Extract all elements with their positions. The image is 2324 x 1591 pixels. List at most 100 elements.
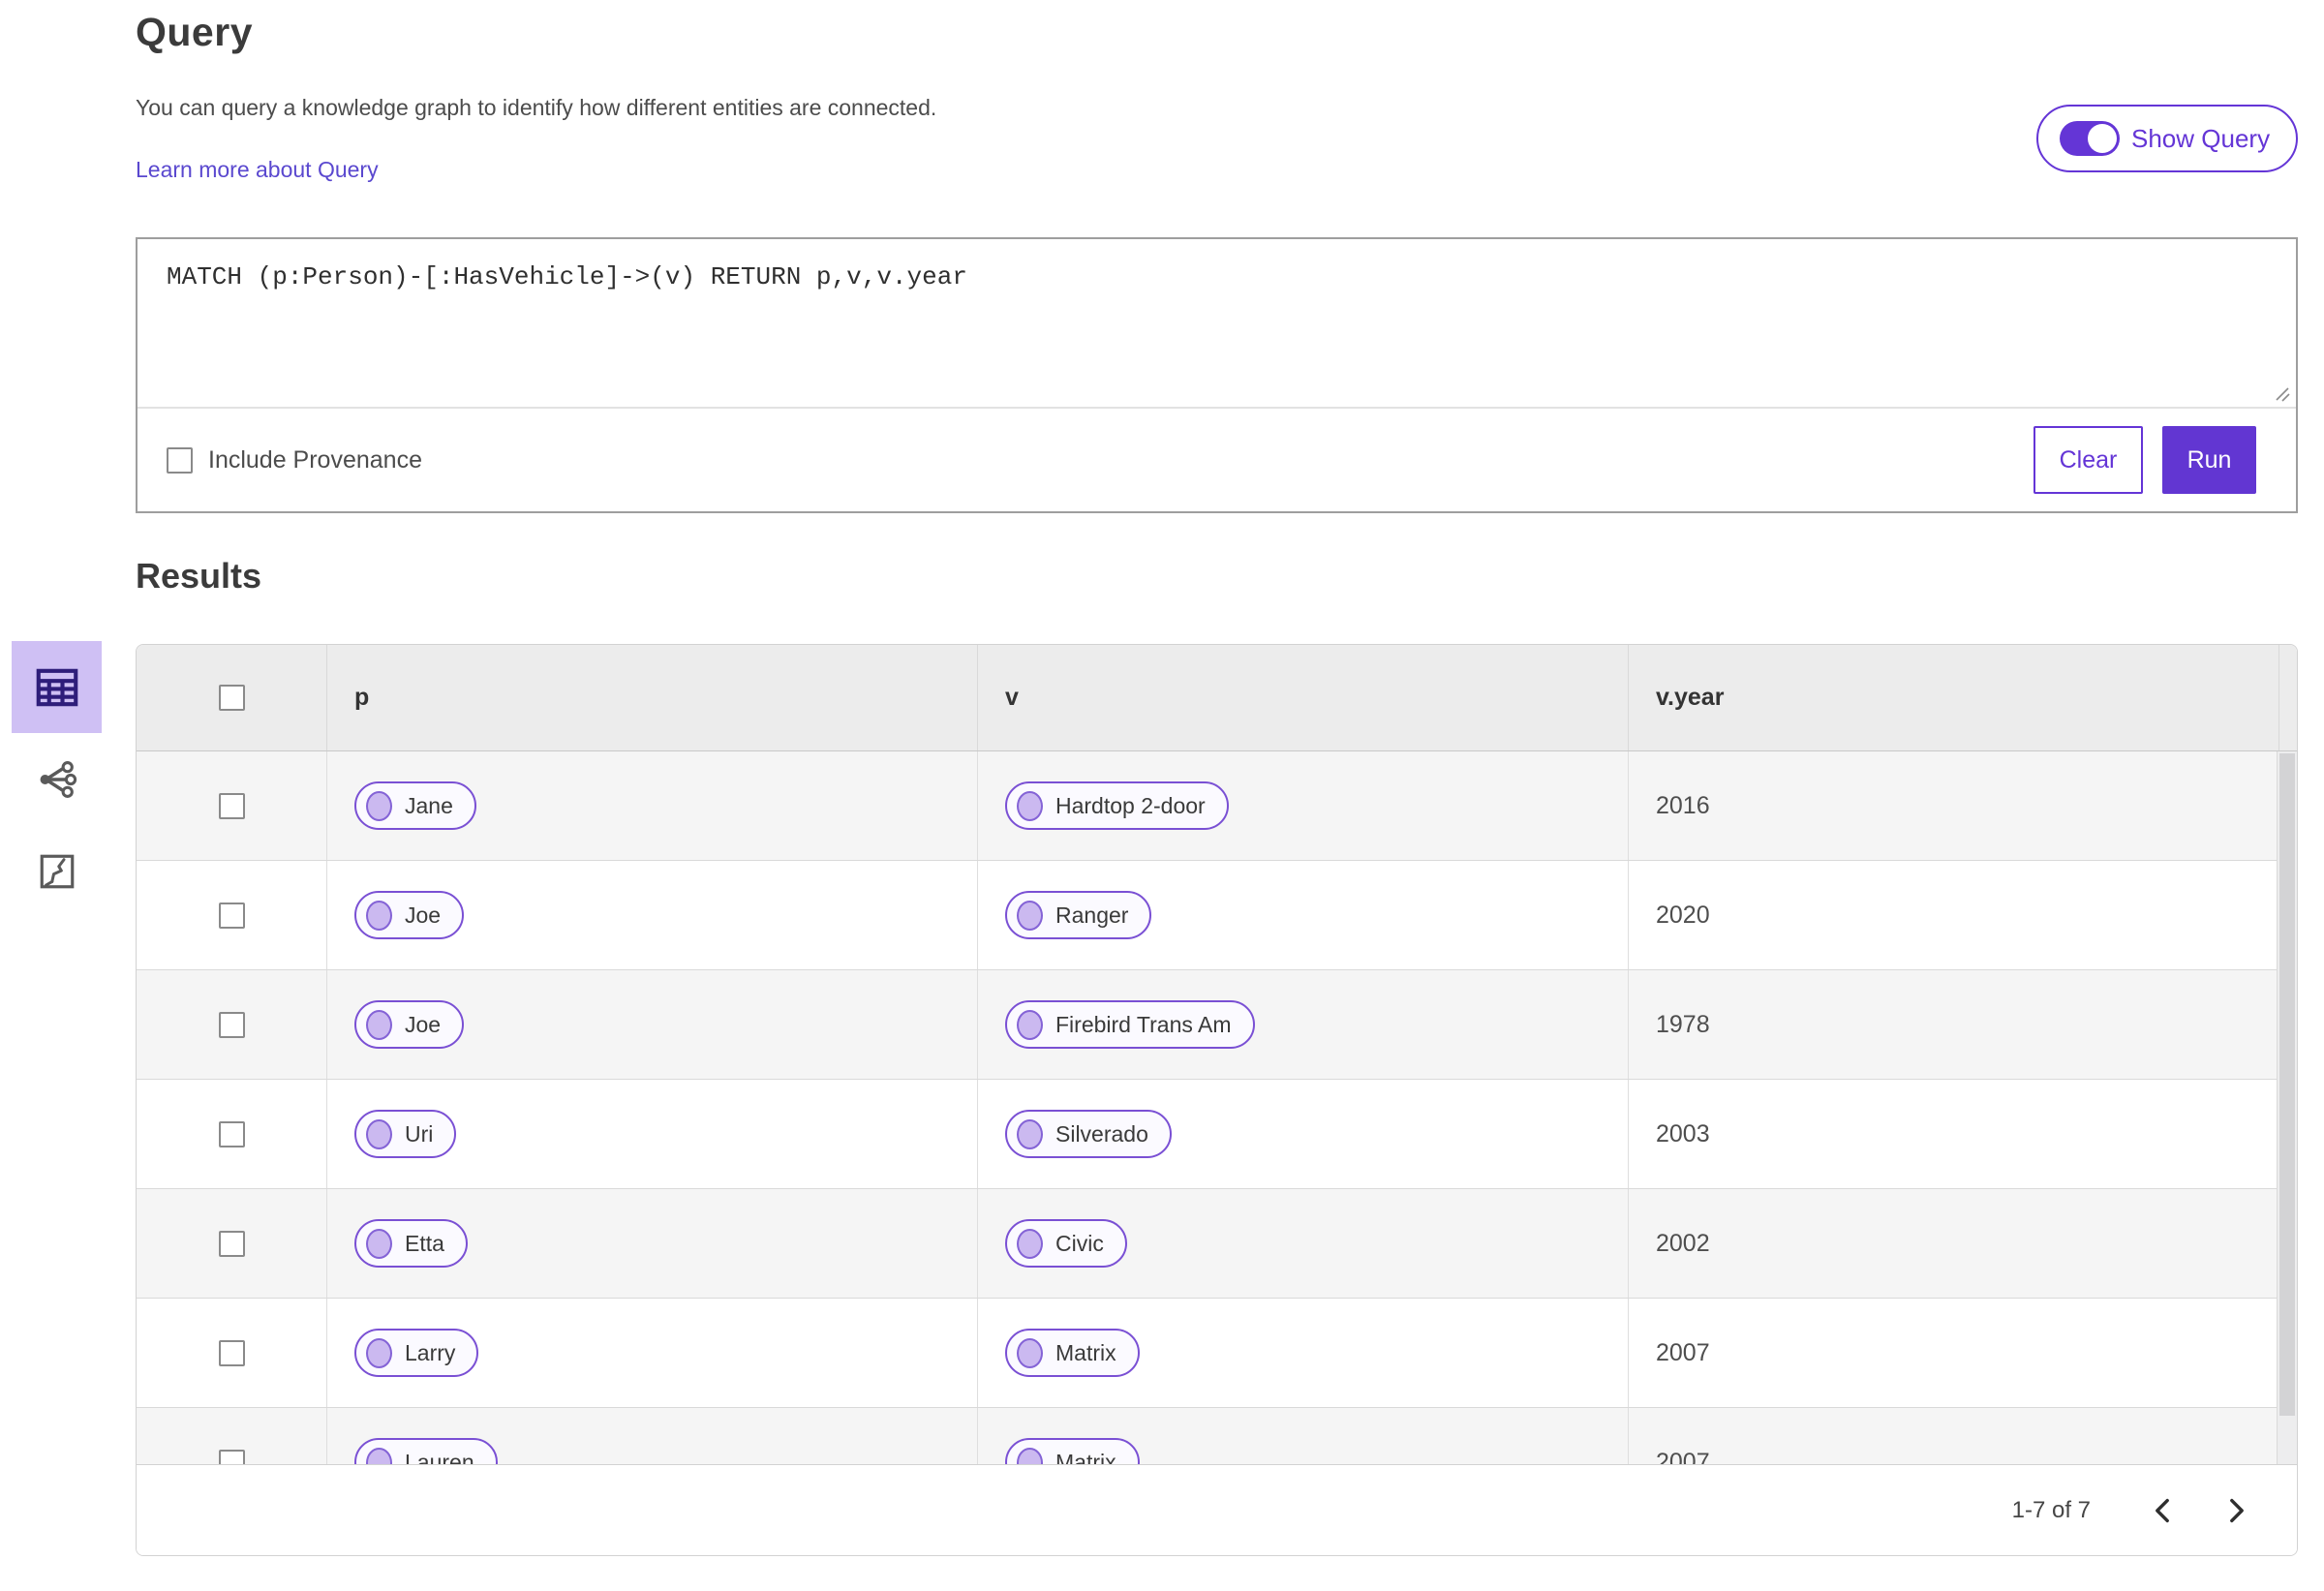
cell-vyear: 2003 (1628, 1080, 2278, 1188)
vehicle-node-label: Matrix (1055, 1339, 1116, 1365)
node-dot-icon (1017, 1447, 1043, 1465)
table-row: Jane Hardtop 2-door 2016 (137, 751, 2278, 861)
cell-v: Matrix (977, 1408, 1628, 1465)
vehicle-node-label: Firebird Trans Am (1055, 1011, 1232, 1037)
node-dot-icon (1017, 900, 1043, 931)
chevron-left-icon (2156, 1498, 2169, 1522)
header-checkbox-cell (137, 645, 326, 750)
graph-icon (40, 760, 76, 798)
run-button[interactable]: Run (2162, 426, 2256, 494)
cell-v: Firebird Trans Am (977, 970, 1628, 1079)
person-node-label: Larry (405, 1339, 456, 1365)
cell-p: Larry (326, 1299, 977, 1407)
scrollbar-thumb[interactable] (2279, 753, 2295, 1416)
row-checkbox-cell (137, 751, 326, 860)
chevron-right-icon (2230, 1498, 2244, 1522)
query-panel-footer: Include Provenance Clear Run (138, 407, 2296, 511)
learn-more-link[interactable]: Learn more about Query (136, 157, 379, 183)
cell-v: Ranger (977, 861, 1628, 969)
person-node-pill[interactable]: Etta (354, 1219, 468, 1268)
cell-vyear: 2020 (1628, 861, 2278, 969)
vehicle-node-pill[interactable]: Civic (1005, 1219, 1127, 1268)
row-checkbox[interactable] (218, 1339, 245, 1366)
page-title: Query (136, 10, 253, 54)
node-dot-icon (366, 900, 392, 931)
cell-vyear: 1978 (1628, 970, 2278, 1079)
cell-vyear: 2002 (1628, 1189, 2278, 1298)
resize-handle-icon[interactable] (2273, 384, 2292, 404)
toggle-switch-icon[interactable] (2060, 121, 2120, 156)
cell-v: Matrix (977, 1299, 1628, 1407)
query-action-buttons: Clear Run (2034, 426, 2256, 494)
vertical-scrollbar[interactable] (2277, 751, 2297, 1465)
node-dot-icon (1017, 1337, 1043, 1368)
person-node-label: Joe (405, 1011, 442, 1037)
node-dot-icon (1017, 1118, 1043, 1149)
node-dot-icon (1017, 1228, 1043, 1259)
show-query-toggle[interactable]: Show Query (2036, 105, 2298, 172)
table-body-rows: Jane Hardtop 2-door 2016 Joe Ranger 2020… (137, 751, 2278, 1465)
map-view-button[interactable] (12, 825, 102, 917)
vehicle-node-pill[interactable]: Ranger (1005, 891, 1152, 939)
cell-v: Silverado (977, 1080, 1628, 1188)
row-checkbox[interactable] (218, 1449, 245, 1465)
table-view-button[interactable] (12, 641, 102, 733)
row-checkbox[interactable] (218, 1011, 245, 1038)
vehicle-node-pill[interactable]: Matrix (1005, 1329, 1140, 1377)
results-table: p v v.year Jane Hardtop 2-door 2016 Joe … (136, 644, 2298, 1556)
map-icon (40, 854, 74, 888)
person-node-label: Etta (405, 1230, 444, 1256)
query-editor-panel: MATCH (p:Person)-[:HasVehicle]->(v) RETU… (136, 237, 2298, 513)
row-checkbox-cell (137, 861, 326, 969)
person-node-label: Lauren (405, 1449, 474, 1466)
row-checkbox-cell (137, 1080, 326, 1188)
previous-page-button[interactable] (2141, 1489, 2184, 1532)
row-checkbox[interactable] (218, 1230, 245, 1257)
person-node-label: Jane (405, 792, 453, 818)
row-checkbox-cell (137, 1299, 326, 1407)
table-row: Joe Firebird Trans Am 1978 (137, 970, 2278, 1080)
vehicle-node-label: Hardtop 2-door (1055, 792, 1206, 818)
person-node-pill[interactable]: Uri (354, 1110, 457, 1158)
row-checkbox[interactable] (218, 1120, 245, 1147)
cell-p: Etta (326, 1189, 977, 1298)
person-node-pill[interactable]: Jane (354, 781, 476, 830)
query-textarea[interactable]: MATCH (p:Person)-[:HasVehicle]->(v) RETU… (138, 239, 2296, 409)
header-scrollbar-spacer (2278, 645, 2297, 750)
node-dot-icon (366, 1009, 392, 1040)
vehicle-node-pill[interactable]: Firebird Trans Am (1005, 1000, 1255, 1049)
table-header-row: p v v.year (137, 645, 2297, 751)
next-page-button[interactable] (2216, 1489, 2258, 1532)
person-node-pill[interactable]: Larry (354, 1329, 479, 1377)
include-provenance-option[interactable]: Include Provenance (167, 446, 422, 474)
vehicle-node-pill[interactable]: Hardtop 2-door (1005, 781, 1229, 830)
graph-view-button[interactable] (12, 733, 102, 825)
vehicle-node-pill[interactable]: Matrix (1005, 1438, 1140, 1465)
column-header-v: v (977, 645, 1628, 750)
include-provenance-checkbox[interactable] (167, 446, 193, 474)
cell-vyear: 2016 (1628, 751, 2278, 860)
row-checkbox[interactable] (218, 792, 245, 819)
person-node-pill[interactable]: Joe (354, 1000, 465, 1049)
cell-v: Hardtop 2-door (977, 751, 1628, 860)
node-dot-icon (366, 1337, 392, 1368)
person-node-pill[interactable]: Joe (354, 891, 465, 939)
cell-vyear: 2007 (1628, 1408, 2278, 1465)
table-icon (36, 668, 77, 706)
page-description: You can query a knowledge graph to ident… (136, 95, 937, 120)
row-checkbox[interactable] (218, 902, 245, 929)
vehicle-node-pill[interactable]: Silverado (1005, 1110, 1172, 1158)
vehicle-node-label: Matrix (1055, 1449, 1116, 1466)
clear-button[interactable]: Clear (2034, 426, 2143, 494)
row-checkbox-cell (137, 970, 326, 1079)
table-body: Jane Hardtop 2-door 2016 Joe Ranger 2020… (137, 751, 2297, 1465)
table-row: Joe Ranger 2020 (137, 861, 2278, 970)
select-all-checkbox[interactable] (218, 685, 245, 711)
include-provenance-label: Include Provenance (208, 445, 422, 474)
vehicle-node-label: Civic (1055, 1230, 1104, 1256)
node-dot-icon (1017, 790, 1043, 821)
vehicle-node-label: Ranger (1055, 902, 1129, 928)
person-node-pill[interactable]: Lauren (354, 1438, 498, 1465)
table-row: Larry Matrix 2007 (137, 1299, 2278, 1408)
table-row: Uri Silverado 2003 (137, 1080, 2278, 1189)
